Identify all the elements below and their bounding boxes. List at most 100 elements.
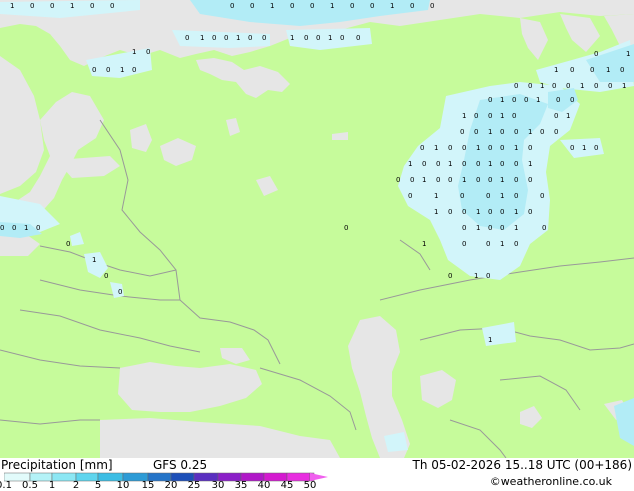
precip-marker: 1 [422, 240, 426, 248]
legend-tick-label: 0.1 [0, 480, 12, 491]
precip-marker: 0 [528, 208, 532, 216]
precip-marker: 1 [408, 160, 412, 168]
precip-marker: 0 [488, 224, 492, 232]
legend-tick-label: 15 [141, 480, 155, 491]
precip-marker: 1 [290, 34, 294, 42]
precip-marker: 1 [328, 34, 332, 42]
precip-marker: 1 [70, 2, 74, 10]
precip-marker: 1 [540, 82, 544, 90]
precip-marker: 0 [448, 208, 452, 216]
precip-marker: 0 [316, 34, 320, 42]
precip-marker: 0 [500, 224, 504, 232]
precip-marker: 0 [436, 160, 440, 168]
precip-marker: 1 [580, 82, 584, 90]
precip-marker: 0 [408, 192, 412, 200]
precip-marker: 0 [230, 2, 234, 10]
precip-marker: 1 [566, 112, 570, 120]
precip-marker: 0 [620, 66, 624, 74]
precip-marker: 0 [488, 144, 492, 152]
precip-marker: 1 [500, 96, 504, 104]
precip-marker: 0 [488, 112, 492, 120]
precip-marker: 1 [474, 272, 478, 280]
precip-marker: 0 [344, 224, 348, 232]
precip-marker: 0 [570, 96, 574, 104]
precip-marker: 1 [132, 48, 136, 56]
precip-marker: 0 [310, 2, 314, 10]
precip-marker: 0 [460, 192, 464, 200]
precip-marker: 0 [556, 96, 560, 104]
precip-marker: 0 [514, 240, 518, 248]
precip-marker: 0 [594, 50, 598, 58]
precip-marker: 0 [370, 2, 374, 10]
precip-marker: 0 [608, 82, 612, 90]
precip-marker: 1 [528, 160, 532, 168]
precip-marker: 1 [500, 192, 504, 200]
precip-marker: 0 [290, 2, 294, 10]
precip-marker: 0 [262, 34, 266, 42]
precip-marker: 1 [500, 176, 504, 184]
precip-marker: 0 [514, 82, 518, 90]
precip-marker: 0 [356, 34, 360, 42]
legend-tick-label: 5 [94, 480, 102, 491]
precip-marker: 0 [488, 176, 492, 184]
precip-marker: 1 [514, 208, 518, 216]
precip-marker: 0 [500, 208, 504, 216]
legend-tick-label: 45 [280, 480, 294, 491]
precip-marker: 0 [474, 128, 478, 136]
precip-marker: 1 [528, 128, 532, 136]
precip-marker: 1 [422, 176, 426, 184]
precip-marker: 1 [606, 66, 610, 74]
precip-marker: 0 [146, 48, 150, 56]
precip-marker: 0 [540, 192, 544, 200]
precip-marker: 1 [476, 224, 480, 232]
precip-marker: 1 [554, 66, 558, 74]
precip-marker: 1 [500, 240, 504, 248]
precip-marker: 1 [24, 224, 28, 232]
legend-tick-label: 35 [234, 480, 248, 491]
precip-marker: 0 [410, 2, 414, 10]
precip-marker: 0 [212, 34, 216, 42]
precip-marker: 0 [528, 82, 532, 90]
precip-marker: 0 [524, 96, 528, 104]
precip-marker: 0 [488, 96, 492, 104]
precip-marker: 0 [106, 66, 110, 74]
precip-marker: 0 [448, 176, 452, 184]
precip-marker: 1 [390, 2, 394, 10]
precip-marker: 1 [120, 66, 124, 74]
precip-marker: 0 [185, 34, 189, 42]
precip-marker: 0 [528, 144, 532, 152]
precip-marker: 0 [436, 176, 440, 184]
precip-marker: 1 [582, 144, 586, 152]
precip-marker: 1 [10, 2, 14, 10]
precip-marker: 1 [236, 34, 240, 42]
precip-marker: 1 [488, 128, 492, 136]
precip-marker: 0 [448, 144, 452, 152]
precip-marker: 0 [554, 112, 558, 120]
precip-marker: 1 [488, 336, 492, 344]
model-label: GFS 0.25 [153, 458, 208, 472]
precip-marker: 0 [462, 224, 466, 232]
precip-marker: 0 [512, 96, 516, 104]
precip-marker: 0 [512, 112, 516, 120]
precip-marker: 0 [514, 128, 518, 136]
precip-marker: 1 [270, 2, 274, 10]
precip-marker: 0 [248, 34, 252, 42]
precip-marker: 0 [36, 224, 40, 232]
precip-marker: 0 [474, 112, 478, 120]
precip-marker: 0 [410, 176, 414, 184]
precip-marker: 0 [422, 160, 426, 168]
precip-marker: 0 [396, 176, 400, 184]
precip-marker: 0 [110, 2, 114, 10]
precip-marker: 0 [476, 176, 480, 184]
precip-marker: 1 [476, 144, 480, 152]
precip-marker: 0 [50, 2, 54, 10]
precip-marker: 1 [434, 144, 438, 152]
precip-marker: 1 [514, 144, 518, 152]
legend-tick-label: 30 [211, 480, 225, 491]
credit-link[interactable]: ©weatheronline.co.uk [490, 475, 612, 488]
precip-marker: 1 [330, 2, 334, 10]
precip-marker: 1 [448, 160, 452, 168]
precip-marker: 0 [528, 176, 532, 184]
precip-marker: 1 [626, 50, 630, 58]
precip-marker: 0 [570, 144, 574, 152]
